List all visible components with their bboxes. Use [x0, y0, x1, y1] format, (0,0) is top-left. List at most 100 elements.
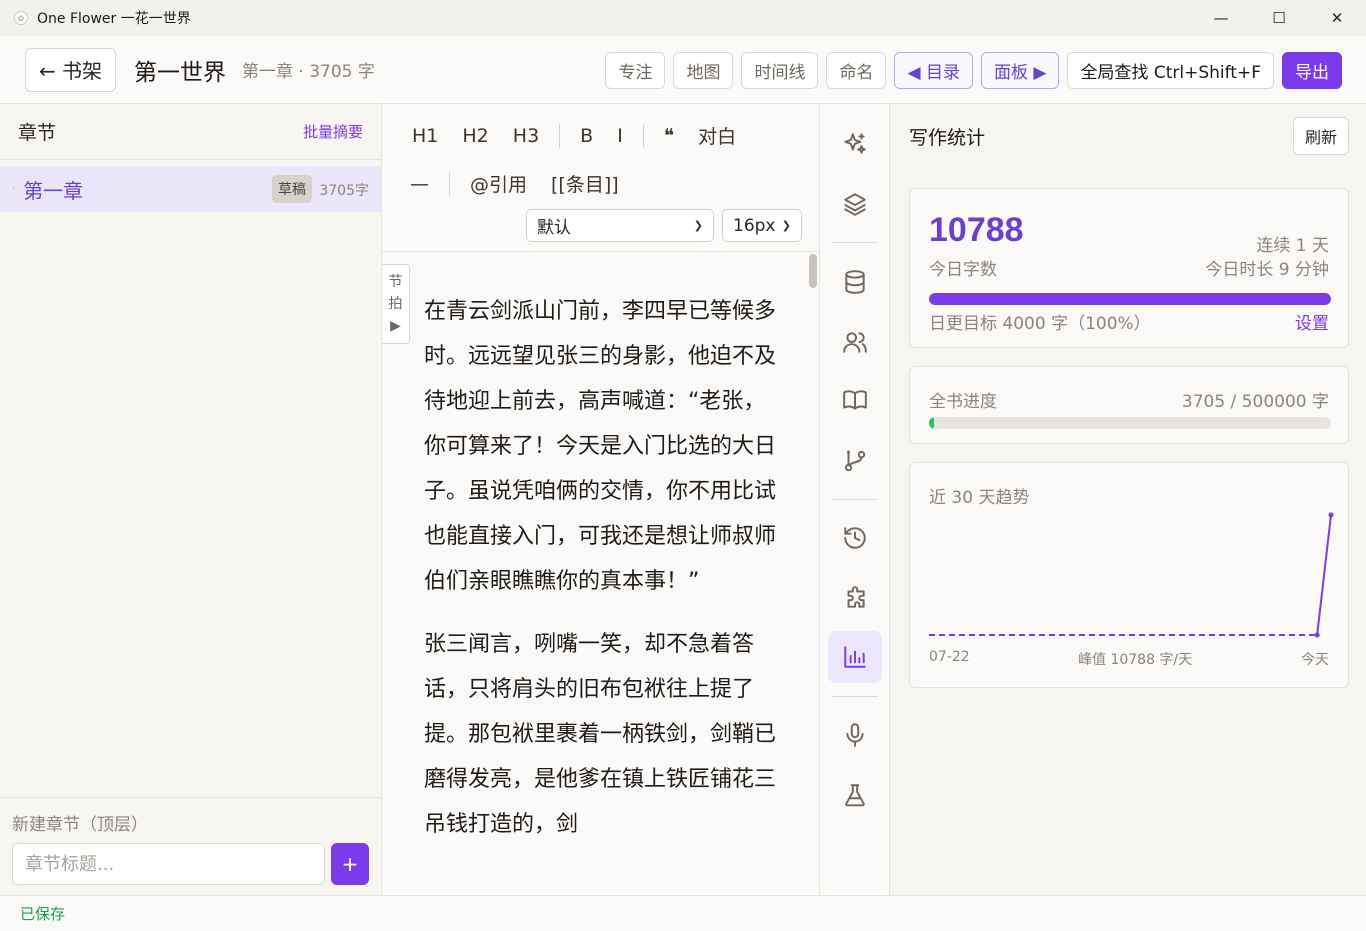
book-progress-bar — [929, 417, 1331, 429]
daily-goal-text: 日更目标 4000 字（100%） — [929, 314, 1151, 334]
window-controls: — ☐ ✕ — [1192, 0, 1366, 36]
maximize-button[interactable]: ☐ — [1250, 0, 1308, 36]
chapter-list-item[interactable]: · 第一章 草稿 3705字 — [0, 166, 381, 212]
sidebar-title: 章节 — [18, 122, 57, 144]
close-button[interactable]: ✕ — [1308, 0, 1366, 36]
today-stats-card: 10788 今日字数 连续 1 天 今日时长 9 分钟 日更目标 4000 字（… — [909, 188, 1349, 348]
back-to-shelf-button[interactable]: ← 书架 — [25, 47, 116, 92]
font-select-value: 默认 — [537, 218, 571, 238]
chevron-down-icon: ❯ — [693, 219, 703, 232]
top-toolbar: ← 书架 第一世界 第一章 · 3705 字 专注 地图 时间线 命名 ◀ 目录… — [0, 36, 1366, 104]
save-status: 已保存 — [20, 905, 66, 923]
trend-card: 近 30 天趋势 07-22 峰值 10788 字/天 今天 — [909, 462, 1349, 688]
paragraph: 在青云剑派山门前，李四早已等候多时。远远望见张三的身影，他迫不及待地迎上前去，高… — [424, 299, 777, 594]
quote-icon[interactable]: ❝ — [652, 125, 686, 147]
toolbar-divider — [642, 123, 644, 148]
add-chapter-button[interactable]: + — [331, 843, 369, 885]
map-button[interactable]: 地图 — [673, 52, 734, 89]
beat-tab-text-1: 节 — [388, 274, 403, 290]
chapter-title-input[interactable] — [12, 843, 325, 885]
panel-toggle-button[interactable]: 面板 ▶ — [980, 52, 1060, 89]
italic-button[interactable]: I — [605, 125, 635, 147]
font-size-value: 16px — [733, 215, 776, 236]
daily-goal-fill — [929, 293, 1331, 305]
minimize-button[interactable]: — — [1192, 0, 1250, 36]
toc-toggle-button[interactable]: ◀ 目录 — [894, 52, 973, 89]
editor-content[interactable]: 在青云剑派山门前，李四早已等候多时。远远望见张三的身影，他迫不及待地迎上前去，高… — [424, 289, 776, 865]
tool-rail — [820, 104, 890, 895]
bold-button[interactable]: B — [568, 125, 605, 147]
new-chapter-section: 新建章节（顶层） + — [0, 797, 381, 895]
trend-end-label: 今天 — [1301, 652, 1329, 668]
writing-stats-panel: 写作统计 刷新 10788 今日字数 连续 1 天 今日时长 9 分钟 日更目标… — [890, 104, 1366, 895]
stats-header: 写作统计 刷新 — [890, 104, 1366, 168]
history-icon[interactable] — [828, 512, 882, 564]
puzzle-icon[interactable] — [828, 572, 882, 624]
toolbar-divider — [559, 123, 561, 148]
refresh-button[interactable]: 刷新 — [1292, 117, 1349, 155]
chapter-name: 第一章 — [23, 178, 84, 203]
dash-button[interactable]: — — [410, 173, 441, 195]
dialogue-button[interactable]: 对白 — [686, 122, 748, 149]
format-toolbar: H1 H2 H3 B I ❝ 对白 — @引用 [[条目]] 默认 ❯ 16px… — [382, 104, 819, 252]
users-icon[interactable] — [828, 316, 882, 368]
timeline-button[interactable]: 时间线 — [741, 52, 819, 89]
h3-button[interactable]: H3 — [501, 125, 551, 147]
font-select[interactable]: 默认 ❯ — [526, 209, 714, 242]
bar-chart-icon[interactable] — [828, 631, 882, 683]
app-logo-icon: ✿ — [14, 11, 28, 25]
today-word-count: 10788 — [929, 211, 1024, 249]
stats-title: 写作统计 — [909, 126, 986, 149]
beat-tab-text-2: 拍 — [388, 296, 403, 312]
scrollbar-thumb[interactable] — [809, 254, 817, 288]
paragraph: 张三闻言，咧嘴一笑，却不急着答话，只将肩头的旧布包袱往上提了提。那包袱里裹着一柄… — [424, 632, 777, 837]
h2-button[interactable]: H2 — [450, 125, 500, 147]
daily-goal-progress — [929, 293, 1331, 305]
git-branch-icon[interactable] — [828, 434, 882, 486]
rail-divider — [832, 696, 878, 697]
database-icon[interactable] — [828, 256, 882, 308]
new-chapter-label: 新建章节（顶层） — [12, 815, 148, 835]
focus-button[interactable]: 专注 — [605, 52, 666, 89]
today-duration: 今日时长 9 分钟 — [1205, 260, 1329, 280]
goal-settings-link[interactable]: 设置 — [1295, 309, 1329, 334]
book-title: 第一世界 — [134, 59, 226, 86]
export-button[interactable]: 导出 — [1282, 52, 1342, 89]
global-search-button[interactable]: 全局查找 Ctrl+Shift+F — [1067, 52, 1274, 89]
editor-pane: H1 H2 H3 B I ❝ 对白 — @引用 [[条目]] 默认 ❯ 16px… — [382, 104, 820, 895]
trend-point — [1328, 512, 1334, 518]
naming-button[interactable]: 命名 — [826, 52, 887, 89]
play-arrow-icon: ▶ — [390, 318, 401, 334]
book-progress-value: 3705 / 500000 字 — [1181, 392, 1329, 412]
toolbar-divider — [449, 171, 450, 196]
sidebar-header: 章节 批量摘要 — [0, 104, 381, 160]
chevron-down-icon: ❯ — [781, 219, 791, 232]
status-bar: 已保存 — [0, 895, 1366, 931]
trend-point — [1314, 632, 1320, 638]
batch-summary-link[interactable]: 批量摘要 — [303, 121, 363, 142]
book-progress-fill — [929, 417, 934, 429]
trend-start-label: 07-22 — [929, 649, 970, 665]
flask-icon[interactable] — [828, 769, 882, 821]
layers-icon[interactable] — [828, 178, 882, 230]
chapter-sidebar: 章节 批量摘要 · 第一章 草稿 3705字 新建章节（顶层） + — [0, 104, 382, 895]
chapter-bullet-icon: · — [12, 183, 16, 195]
rail-divider — [832, 499, 878, 500]
window-title: One Flower 一花一世界 — [37, 11, 191, 27]
beat-panel-tab[interactable]: 节 拍 ▶ — [382, 264, 410, 344]
trend-peak-label: 峰值 10788 字/天 — [1078, 652, 1193, 668]
h1-button[interactable]: H1 — [400, 125, 450, 147]
microphone-icon[interactable] — [828, 709, 882, 761]
chapter-word-count: 3705字 — [319, 183, 369, 199]
font-size-select[interactable]: 16px ❯ — [722, 209, 802, 242]
chapter-status-badge: 草稿 — [272, 175, 312, 203]
reference-button[interactable]: @引用 — [458, 170, 539, 197]
window-titlebar: ✿ One Flower 一花一世界 — ☐ ✕ — [0, 0, 1366, 36]
editor-scrollbar[interactable] — [809, 252, 817, 895]
book-icon[interactable] — [828, 374, 882, 426]
today-word-label: 今日字数 — [929, 260, 997, 280]
book-progress-label: 全书进度 — [929, 392, 997, 412]
sparkles-icon[interactable] — [828, 118, 882, 170]
entry-link-button[interactable]: [[条目]] — [539, 170, 631, 197]
rail-divider — [832, 242, 878, 243]
